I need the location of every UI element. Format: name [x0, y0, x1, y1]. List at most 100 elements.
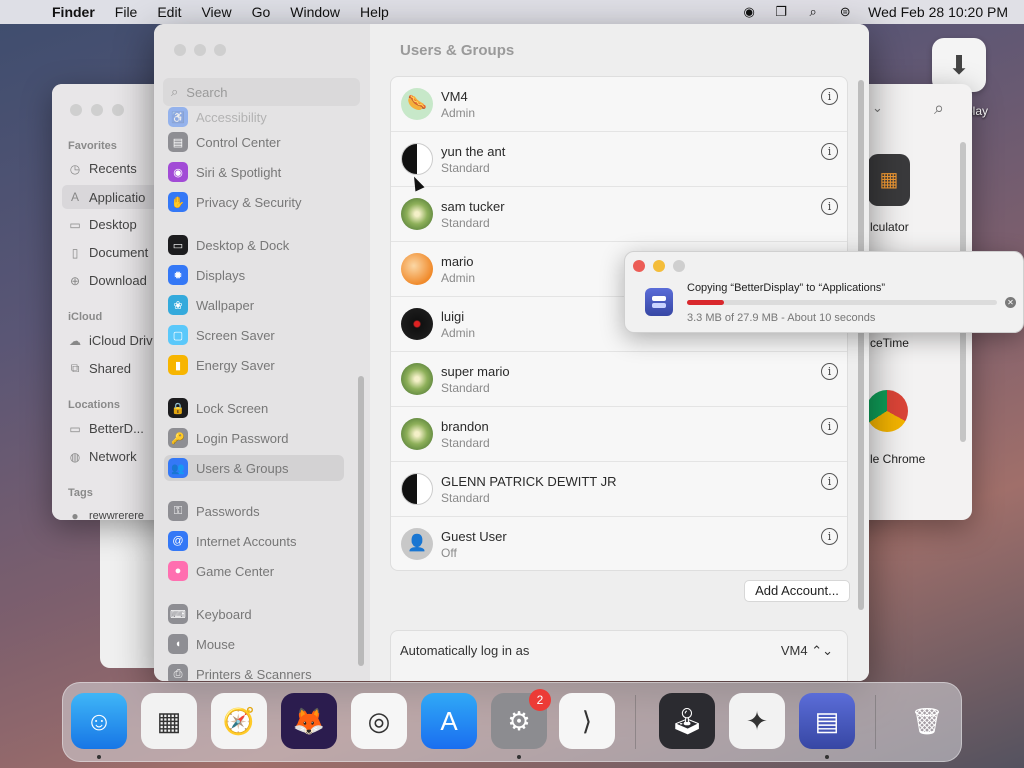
applications-icon: A	[70, 190, 79, 204]
menu-view[interactable]: View	[201, 4, 231, 20]
info-icon[interactable]: i	[821, 198, 838, 215]
sidebar-item-screen-saver[interactable]: ▢ Screen Saver	[168, 322, 348, 348]
settings-close-button[interactable]	[174, 44, 186, 56]
dock-finder-icon[interactable]: ☺	[71, 693, 127, 749]
stop-copy-icon[interactable]: ✕	[1005, 297, 1016, 308]
sidebar-item-passwords[interactable]: ⚿ Passwords	[168, 498, 348, 524]
sidebar-scrollbar[interactable]	[358, 376, 364, 666]
dialog-minimize-button[interactable]	[653, 260, 665, 272]
user-row[interactable]: yun the ant Standard i	[391, 132, 847, 187]
menu-window[interactable]: Window	[290, 4, 340, 20]
finder-minimize-button[interactable]	[91, 104, 103, 116]
menu-go[interactable]: Go	[252, 4, 271, 20]
menu-app-finder[interactable]: Finder	[52, 4, 95, 20]
dock-app-store-icon[interactable]: A	[421, 693, 477, 749]
settings-search-field[interactable]: ⌕ Search	[163, 78, 360, 106]
finder-item-betterdisplay[interactable]: ▭ BetterD...	[68, 421, 164, 436]
finder-zoom-button[interactable]	[112, 104, 124, 116]
control-center-icon[interactable]: ⊜	[836, 4, 854, 19]
sidebar-item-control-center[interactable]: ▤ Control Center	[168, 129, 348, 155]
finder-item-network[interactable]: ◍ Network	[68, 449, 164, 464]
info-icon[interactable]: i	[821, 363, 838, 380]
menu-help[interactable]: Help	[360, 4, 389, 20]
menu-clock[interactable]: Wed Feb 28 10:20 PM	[868, 4, 1008, 20]
info-icon[interactable]: i	[821, 473, 838, 490]
sidebar-item-label: Mouse	[196, 636, 236, 652]
sidebar-item-displays[interactable]: ✹ Displays	[168, 262, 348, 288]
user-row[interactable]: GLENN PATRICK DEWITT JR Standard i	[391, 462, 847, 517]
finder-section-locations: Locations	[68, 399, 120, 411]
window-switcher-icon[interactable]: ❐	[772, 4, 790, 19]
finder-close-button[interactable]	[70, 104, 82, 116]
finder-item-desktop[interactable]: ▭ Desktop	[68, 217, 164, 232]
dock-firefox-icon[interactable]: 🦊	[281, 693, 337, 749]
dock-launchpad-icon[interactable]: ▦	[141, 693, 197, 749]
dock-mario-app-icon[interactable]: ✦	[729, 693, 785, 749]
finder-item-recents[interactable]: ◷ Recents	[68, 161, 164, 176]
sidebar-icon: ◉	[168, 162, 188, 182]
sidebar-item-wallpaper[interactable]: ❀ Wallpaper	[168, 292, 348, 318]
sidebar-item-label: Privacy & Security	[196, 194, 302, 210]
document-icon: ▯	[71, 245, 79, 260]
info-icon[interactable]: i	[821, 418, 838, 435]
dock-glyph: ☺	[85, 705, 113, 736]
finder-item-icloud-drive[interactable]: ☁ iCloud Driv	[68, 333, 164, 348]
sidebar-item-accessibility[interactable]: ♿ Accessibility	[168, 104, 348, 130]
sidebar-icon: ⚿	[168, 501, 188, 521]
finder-item-tag[interactable]: ● rewwrerere	[68, 509, 164, 520]
sidebar-item-energy-saver[interactable]: ▮ Energy Saver	[168, 352, 348, 378]
running-indicator	[825, 755, 829, 759]
user-row[interactable]: super mario Standard i	[391, 352, 847, 407]
finder-item-applications[interactable]: A Applicatio	[62, 185, 162, 209]
finder-item-documents[interactable]: ▯ Document	[68, 245, 164, 260]
sidebar-item-keyboard[interactable]: ⌨ Keyboard	[168, 601, 348, 627]
download-icon: ⊕	[69, 273, 81, 288]
avatar	[401, 418, 433, 450]
user-row[interactable]: brandon Standard i	[391, 407, 847, 462]
menu-file[interactable]: File	[115, 4, 138, 20]
sidebar-item-game-center[interactable]: ● Game Center	[168, 558, 348, 584]
dialog-close-button[interactable]	[633, 260, 645, 272]
sidebar-item-lock-screen[interactable]: 🔒 Lock Screen	[168, 395, 348, 421]
spotlight-search-icon[interactable]: ⌕	[804, 4, 822, 19]
menu-edit[interactable]: Edit	[157, 4, 181, 20]
add-account-button[interactable]: Add Account...	[744, 580, 850, 602]
info-icon[interactable]: i	[821, 143, 838, 160]
dock-safari-icon[interactable]: 🧭	[211, 693, 267, 749]
calculator-app-icon[interactable]: ▦	[868, 154, 910, 206]
info-icon[interactable]: i	[821, 88, 838, 105]
dock-joystick-app-icon[interactable]: 🕹	[659, 693, 715, 749]
auto-login-select[interactable]: VM4 ⌃⌄	[781, 643, 833, 659]
sidebar-item-printers-scanners[interactable]: ⎙ Printers & Scanners	[168, 661, 348, 681]
dock-system-settings-icon[interactable]: ⚙ 2	[491, 689, 551, 749]
sidebar-item-login-password[interactable]: 🔑 Login Password	[168, 425, 348, 451]
user-row[interactable]: 👤 Guest User Off i	[391, 517, 847, 570]
chrome-app-icon[interactable]	[866, 390, 908, 432]
finder-item-downloads[interactable]: ⊕ Download	[68, 273, 164, 288]
sidebar-item-siri-spotlight[interactable]: ◉ Siri & Spotlight	[168, 159, 348, 185]
user-name: luigi	[441, 309, 465, 324]
chevron-down-icon[interactable]: ⌄	[872, 100, 883, 116]
dock-chrome-icon[interactable]: ◎	[351, 693, 407, 749]
dock-betterdisplay-icon[interactable]: ▤	[799, 693, 855, 749]
search-icon[interactable]: ⌕	[934, 98, 944, 119]
info-icon[interactable]: i	[821, 528, 838, 545]
sidebar-item-privacy-security[interactable]: ✋ Privacy & Security	[168, 189, 348, 215]
user-account-icon[interactable]: ◉	[740, 4, 758, 19]
settings-zoom-button[interactable]	[214, 44, 226, 56]
main-scrollbar[interactable]	[858, 80, 864, 610]
user-row[interactable]: 🌭 VM4 Admin i	[391, 77, 847, 132]
settings-minimize-button[interactable]	[194, 44, 206, 56]
sidebar-item-desktop-dock[interactable]: ▭ Desktop & Dock	[168, 232, 348, 258]
sidebar-item-mouse[interactable]: ◖ Mouse	[168, 631, 348, 657]
sidebar-item-users-groups[interactable]: 👥 Users & Groups	[164, 455, 344, 481]
sidebar-item-internet-accounts[interactable]: @ Internet Accounts	[168, 528, 348, 554]
dock-vscode-icon[interactable]: ⟩	[559, 693, 615, 749]
dock-glyph: ⚙	[507, 705, 531, 736]
user-row[interactable]: sam tucker Standard i	[391, 187, 847, 242]
finder-item-shared[interactable]: ⧉ Shared	[68, 361, 164, 376]
dock-trash-icon[interactable]: 🗑	[899, 693, 955, 749]
avatar	[401, 143, 433, 175]
dialog-zoom-button[interactable]	[673, 260, 685, 272]
cloud-icon: ☁	[69, 333, 81, 348]
